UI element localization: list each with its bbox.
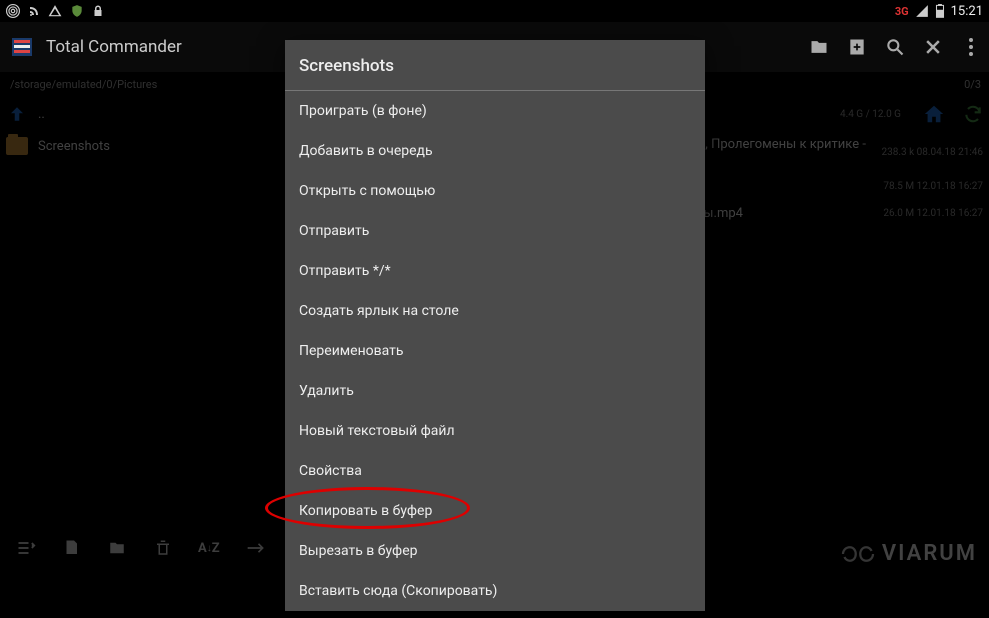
rss-icon — [28, 5, 40, 17]
app-title: Total Commander — [46, 37, 182, 57]
menu-item-delete[interactable]: Удалить — [285, 371, 705, 411]
parent-dir-label: .. — [38, 107, 45, 122]
arrow-right-icon[interactable] — [246, 541, 266, 555]
folder-icon[interactable] — [809, 37, 829, 57]
watermark: VIARUM — [840, 541, 977, 566]
move-icon[interactable] — [106, 539, 128, 557]
menu-item-play-bg[interactable]: Проиграть (в фоне) — [285, 91, 705, 131]
network-indicator: 3G — [895, 5, 909, 18]
menu-item-cut-clipboard[interactable]: Вырезать в буфер — [285, 531, 705, 571]
menu-item-copy-clipboard[interactable]: Копировать в буфер — [285, 491, 705, 531]
overflow-icon[interactable] — [961, 37, 981, 57]
sort-icon[interactable]: A↓Z — [198, 541, 220, 556]
menu-item-queue[interactable]: Добавить в очередь — [285, 131, 705, 171]
select-icon[interactable] — [16, 538, 36, 558]
refresh-icon[interactable] — [963, 104, 983, 124]
storage-meta: 4.4 G / 12.0 G — [840, 109, 901, 120]
warning-icon — [48, 4, 62, 18]
cast-icon — [6, 4, 20, 18]
menu-item-open-with[interactable]: Открыть с помощью — [285, 171, 705, 211]
search-icon[interactable] — [885, 37, 905, 57]
menu-item-new-text[interactable]: Новый текстовый файл — [285, 411, 705, 451]
menu-item-send-all[interactable]: Отправить */* — [285, 251, 705, 291]
menu-item-paste-copy[interactable]: Вставить сюда (Скопировать) — [285, 571, 705, 611]
context-menu: Screenshots Проиграть (в фоне) Добавить … — [285, 40, 705, 611]
item-name: Screenshots — [38, 139, 110, 154]
close-icon[interactable] — [923, 37, 943, 57]
menu-item-label: Копировать в буфер — [299, 503, 432, 519]
menu-item-shortcut[interactable]: Создать ярлык на столе — [285, 291, 705, 331]
menu-item-rename[interactable]: Переименовать — [285, 331, 705, 371]
pane-path[interactable]: /storage/emulated/0/Pictures — [4, 74, 163, 95]
copy-icon[interactable] — [62, 538, 80, 558]
pane-count: 0/3 — [964, 78, 981, 91]
shield-icon — [70, 4, 84, 18]
clock: 15:21 — [951, 4, 983, 19]
new-file-icon[interactable] — [847, 37, 867, 57]
watermark-text: VIARUM — [882, 541, 977, 566]
menu-item-properties[interactable]: Свойства — [285, 451, 705, 491]
item-meta: 238.3 k 08.04.18 21:46 — [881, 147, 983, 158]
delete-icon[interactable] — [154, 538, 172, 558]
status-bar: 3G 15:21 — [0, 0, 989, 22]
up-arrow-icon — [6, 103, 28, 125]
app-icon — [8, 33, 36, 61]
menu-item-send[interactable]: Отправить — [285, 211, 705, 251]
context-menu-title: Screenshots — [285, 40, 705, 91]
home-icon[interactable] — [923, 103, 945, 125]
item-meta: 78.5 M 12.01.18 16:27 — [883, 181, 983, 192]
signal-icon — [915, 4, 929, 18]
folder-icon — [6, 137, 28, 155]
battery-icon — [935, 4, 945, 18]
lock-icon — [92, 5, 104, 17]
item-meta: 26.0 M 12.01.18 16:27 — [883, 208, 983, 219]
